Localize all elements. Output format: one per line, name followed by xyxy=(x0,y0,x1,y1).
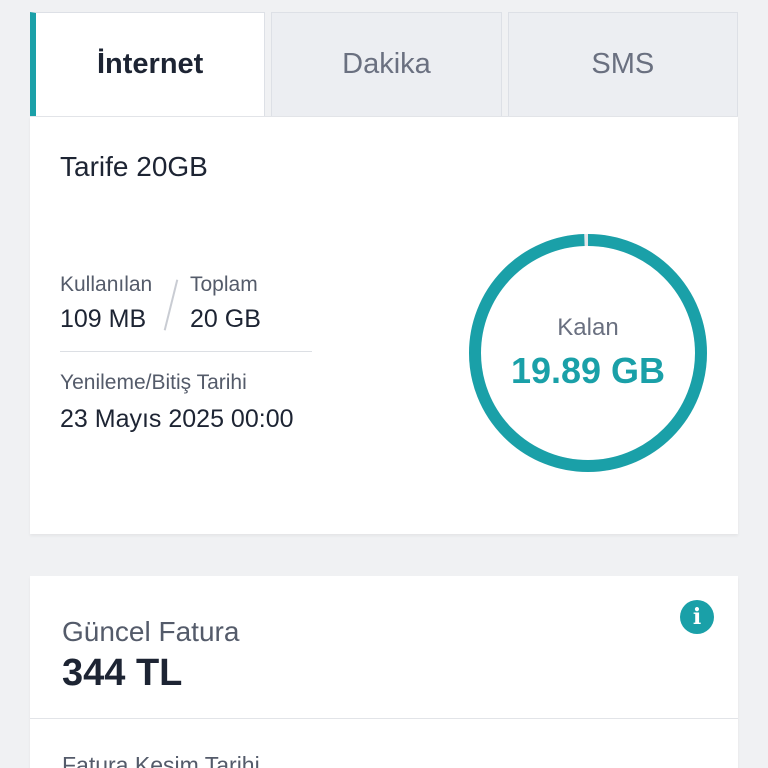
remaining-value: 19.89 GB xyxy=(510,350,666,391)
bill-card: Güncel Fatura 344 TL i Fatura Kesim Tari… xyxy=(30,576,738,768)
remaining-ring: Kalan 19.89 GB xyxy=(466,231,710,475)
page: İnternet Dakika SMS Tarife 20GB Kullanıl… xyxy=(0,0,768,768)
renew-label: Yenileme/Bitiş Tarihi xyxy=(60,371,247,394)
stat-separator xyxy=(163,279,179,331)
renew-date: Yenileme/Bitiş Tarihi 23 Mayıs 2025 00:0… xyxy=(60,371,294,434)
total-label: Toplam xyxy=(190,273,258,296)
total-stat: Toplam 20 GB xyxy=(190,273,261,334)
tab-internet[interactable]: İnternet xyxy=(30,12,266,116)
tab-dakika[interactable]: Dakika xyxy=(271,12,502,116)
remaining-label: Kalan xyxy=(557,314,619,341)
tab-sms[interactable]: SMS xyxy=(507,12,738,116)
usage-card: Tarife 20GB Kullanılan 109 MB Toplam 20 … xyxy=(30,116,738,534)
renew-value: 23 Mayıs 2025 00:00 xyxy=(60,405,294,433)
stat-divider xyxy=(60,351,312,352)
used-label: Kullanılan xyxy=(60,273,153,296)
bill-amount: 344 TL xyxy=(62,652,183,694)
info-icon[interactable]: i xyxy=(680,600,714,634)
bill-cut-date-label: Fatura Kesim Tarihi xyxy=(62,752,260,768)
used-stat: Kullanılan 109 MB xyxy=(60,273,152,334)
bill-divider xyxy=(30,718,738,719)
ring-text: Kalan 19.89 GB xyxy=(466,231,710,475)
usage-tabs: İnternet Dakika SMS xyxy=(30,12,738,116)
plan-name: Tarife 20GB xyxy=(60,151,208,182)
total-value: 20 GB xyxy=(190,305,261,333)
bill-title: Güncel Fatura xyxy=(62,616,240,647)
used-value: 109 MB xyxy=(60,305,147,333)
